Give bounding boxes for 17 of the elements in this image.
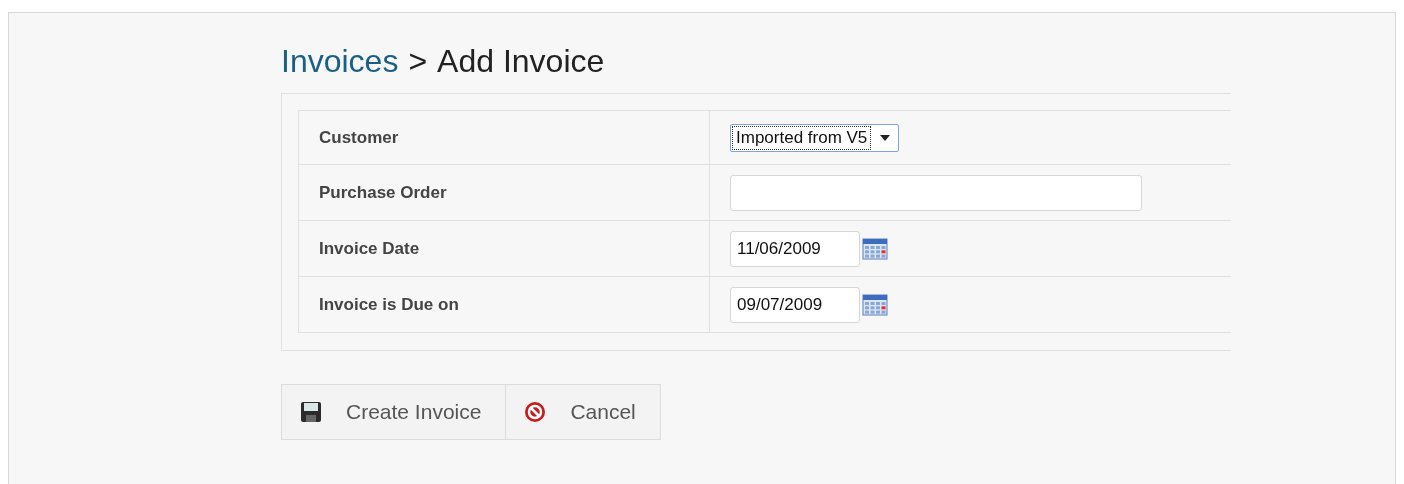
calendar-icon[interactable] [862, 237, 888, 260]
field-label: Customer [319, 126, 399, 149]
field-label: Invoice is Due on [319, 293, 459, 316]
calendar-icon[interactable] [862, 293, 888, 316]
dropdown-caret-icon [880, 134, 891, 141]
input-field[interactable] [730, 174, 1142, 211]
page-title: Add Invoice [437, 42, 605, 81]
breadcrumb-separator: > [408, 42, 428, 81]
date-field[interactable]: 09/07/2009 [730, 286, 860, 323]
breadcrumb-link[interactable]: Invoices [281, 41, 399, 81]
date-field[interactable]: 11/06/2009 [730, 230, 860, 267]
customer-dropdown[interactable]: Imported from V5 [730, 123, 900, 152]
cancel-icon [524, 401, 547, 423]
field-label: Purchase Order [319, 181, 447, 204]
field-label: Invoice Date [319, 237, 420, 260]
create-button[interactable]: Create Invoice [281, 384, 507, 440]
cancel-button[interactable]: Cancel [506, 384, 661, 440]
